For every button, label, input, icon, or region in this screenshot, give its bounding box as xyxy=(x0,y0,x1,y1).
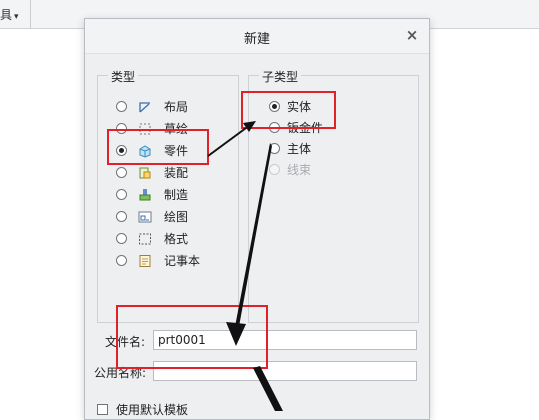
annotation-arrows xyxy=(207,121,283,411)
arrow-lower-diagonal xyxy=(253,366,283,411)
arrow-part-to-solid xyxy=(207,127,247,157)
arrow-head-filename xyxy=(226,322,246,346)
arrow-head-solid xyxy=(243,121,256,132)
arrow-solid-to-filename xyxy=(234,143,272,332)
